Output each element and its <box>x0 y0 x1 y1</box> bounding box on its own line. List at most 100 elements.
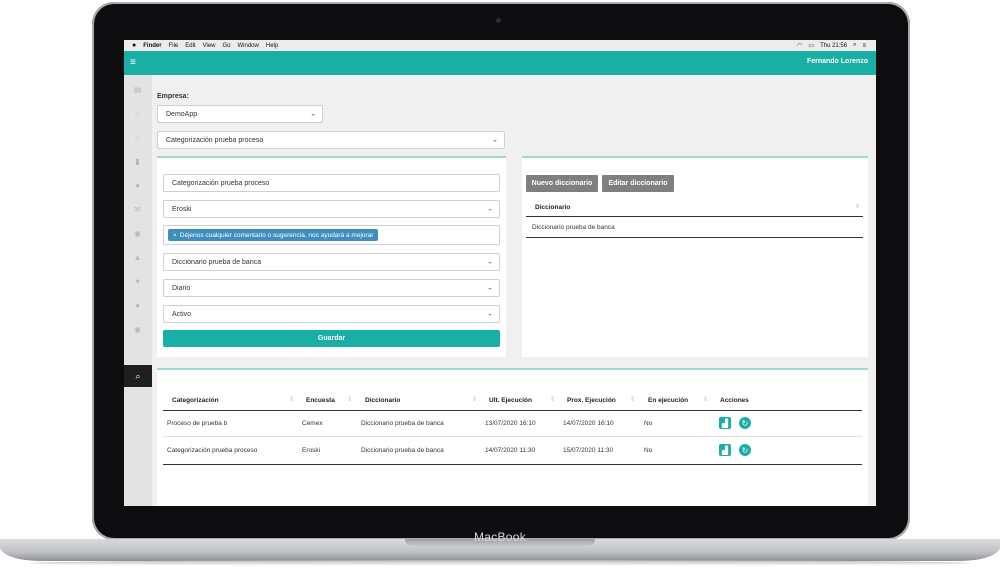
dictionary-row[interactable]: Diccionario prueba de banca <box>532 224 615 231</box>
sort-icon[interactable]: ⇕ <box>347 396 352 403</box>
header-divider <box>526 216 863 217</box>
camera-dot <box>496 18 501 23</box>
col-en-ejecucion[interactable]: En ejecución <box>648 397 688 404</box>
col-prox-ejecucion[interactable]: Prox. Ejecución <box>567 397 616 404</box>
sidebar-bell-icon[interactable]: ▲ <box>132 252 143 263</box>
sidebar: ▤ ⌂ ⌂ ▮ ● ✉ ◉ ▲ ✦ ● ◉ ⌕ <box>124 75 152 506</box>
col-ult-ejecucion[interactable]: Ult. Ejecución <box>489 397 532 404</box>
chevron-down-icon: ⌄ <box>492 136 498 144</box>
col-diccionario[interactable]: Diccionario <box>365 397 400 404</box>
encuesta-select-value: Eroski <box>172 205 192 213</box>
cell-encuesta: Cemex <box>302 420 323 427</box>
categorizacion-select[interactable]: Categorización prueba proceso ⌄ <box>157 131 505 149</box>
cell-categorizacion: Proceso de prueba b <box>167 420 228 427</box>
apple-icon[interactable]: ● <box>132 42 136 49</box>
battery-icon[interactable]: ▭ <box>808 42 814 49</box>
cell-ult-ejecucion: 14/07/2020 11:30 <box>485 447 536 454</box>
sort-icon[interactable]: ⇕ <box>855 203 860 210</box>
cell-en-ejecucion: No <box>644 447 653 454</box>
sidebar-chat-icon[interactable]: ● <box>132 180 143 191</box>
question-multiselect[interactable]: × Déjenos cualquier comentario o sugeren… <box>163 225 500 245</box>
chevron-down-icon: ⌄ <box>487 310 493 318</box>
top-navbar: ≡ Fernando Lorenzo <box>124 51 876 75</box>
sidebar-home-icon[interactable]: ⌂ <box>132 108 143 119</box>
categorization-name-input[interactable]: Categorización prueba proceso <box>163 174 500 192</box>
user-name[interactable]: Fernando Lorenzo <box>807 58 868 65</box>
sidebar-envelope-icon[interactable]: ✉ <box>132 204 143 215</box>
col-categorizacion[interactable]: Categorización <box>172 397 219 404</box>
menu-view[interactable]: View <box>203 43 216 49</box>
frecuencia-select-value: Diario <box>172 284 191 292</box>
spotlight-icon[interactable]: ⌕ <box>853 42 856 49</box>
main-content: Empresa: DemoApp ⌄ Categorización prueba… <box>157 75 876 506</box>
empresa-select[interactable]: DemoApp ⌄ <box>157 105 323 123</box>
cell-categorizacion: Categorización prueba proceso <box>167 447 258 454</box>
menubar-clock[interactable]: Thu 21:56 <box>820 43 847 49</box>
cell-encuesta: Eroski <box>302 447 321 454</box>
categorization-form-card: Categorización prueba proceso Eroski ⌄ ×… <box>157 156 506 357</box>
diccionario-select-value: Diccionario prueba de banca <box>172 258 262 266</box>
menu-help[interactable]: Help <box>266 43 278 49</box>
macos-menubar: ● Finder File Edit View Go Window Help ◠… <box>124 40 876 51</box>
sidebar-chat-icon-2[interactable]: ● <box>132 300 143 311</box>
wifi-icon[interactable]: ◠ <box>797 42 802 49</box>
save-button[interactable]: Guardar <box>163 330 500 347</box>
cell-ult-ejecucion: 13/07/2020 16:10 <box>485 420 536 427</box>
menu-go[interactable]: Go <box>223 43 231 49</box>
encuesta-select[interactable]: Eroski ⌄ <box>163 200 500 218</box>
sidebar-chart-bar-icon[interactable]: ▮ <box>132 156 143 167</box>
estado-select[interactable]: Activo ⌄ <box>163 305 500 323</box>
screen: ● Finder File Edit View Go Window Help ◠… <box>124 40 876 506</box>
hamburger-menu-icon[interactable]: ≡ <box>130 57 136 68</box>
categorizacion-select-value: Categorización prueba proceso <box>166 136 264 144</box>
notification-center-icon[interactable]: ≡ <box>862 43 866 49</box>
estado-select-value: Activo <box>172 310 192 318</box>
refresh-icon[interactable]: ↻ <box>739 417 751 429</box>
chevron-down-icon: ⌄ <box>487 258 493 266</box>
categorizations-table-card: Categorización ⇕ Encuesta ⇕ Diccionario … <box>157 368 868 506</box>
question-tag-label: Déjenos cualquier comentario o sugerenci… <box>179 231 374 239</box>
device-brand: MacBook <box>473 530 527 544</box>
chevron-down-icon: ⌄ <box>310 110 316 118</box>
row-divider <box>526 237 863 238</box>
sort-icon[interactable]: ⇕ <box>630 396 635 403</box>
sidebar-home-icon-2[interactable]: ⌂ <box>132 132 143 143</box>
edit-dictionary-button[interactable]: Editar diccionario <box>602 175 674 192</box>
refresh-icon[interactable]: ↻ <box>739 444 751 456</box>
report-chart-icon[interactable]: ▟ <box>719 417 731 429</box>
dictionary-column-header[interactable]: Diccionario <box>535 204 570 211</box>
menu-window[interactable]: Window <box>238 43 259 49</box>
sort-icon[interactable]: ⇕ <box>703 396 708 403</box>
col-encuesta[interactable]: Encuesta <box>306 397 335 404</box>
laptop-shadow <box>30 560 970 566</box>
menu-file[interactable]: File <box>169 43 179 49</box>
sidebar-globe-icon[interactable]: ◉ <box>132 228 143 239</box>
table-bottom-divider <box>163 464 862 465</box>
cell-diccionario: Diccionario prueba de banca <box>361 447 444 454</box>
row-divider <box>163 436 862 437</box>
table-header-divider <box>163 410 862 411</box>
sidebar-twitter-icon[interactable]: ✦ <box>132 276 143 287</box>
sort-icon[interactable]: ⇕ <box>550 396 555 403</box>
menu-finder[interactable]: Finder <box>143 43 161 49</box>
col-acciones: Acciones <box>720 397 749 404</box>
empresa-label: Empresa: <box>157 93 189 100</box>
sort-icon[interactable]: ⇕ <box>472 396 477 403</box>
sort-icon[interactable]: ⇕ <box>289 396 294 403</box>
tag-remove-icon[interactable]: × <box>173 232 177 239</box>
cell-prox-ejecucion: 14/07/2020 16:10 <box>563 420 614 427</box>
sidebar-globe-icon-2[interactable]: ◉ <box>132 324 143 335</box>
empresa-select-value: DemoApp <box>166 110 198 118</box>
dictionary-card: Nuevo diccionario Editar diccionario Dic… <box>522 156 868 357</box>
sidebar-search-icon[interactable]: ⌕ <box>124 365 152 387</box>
cell-diccionario: Diccionario prueba de banca <box>361 420 444 427</box>
chevron-down-icon: ⌄ <box>487 205 493 213</box>
chevron-down-icon: ⌄ <box>487 284 493 292</box>
new-dictionary-button[interactable]: Nuevo diccionario <box>526 175 598 192</box>
menu-edit[interactable]: Edit <box>185 43 195 49</box>
sidebar-mail-icon[interactable]: ▤ <box>132 84 143 95</box>
frecuencia-select[interactable]: Diario ⌄ <box>163 279 500 297</box>
diccionario-select[interactable]: Diccionario prueba de banca ⌄ <box>163 253 500 271</box>
question-tag[interactable]: × Déjenos cualquier comentario o sugeren… <box>168 229 379 241</box>
report-chart-icon[interactable]: ▟ <box>719 444 731 456</box>
